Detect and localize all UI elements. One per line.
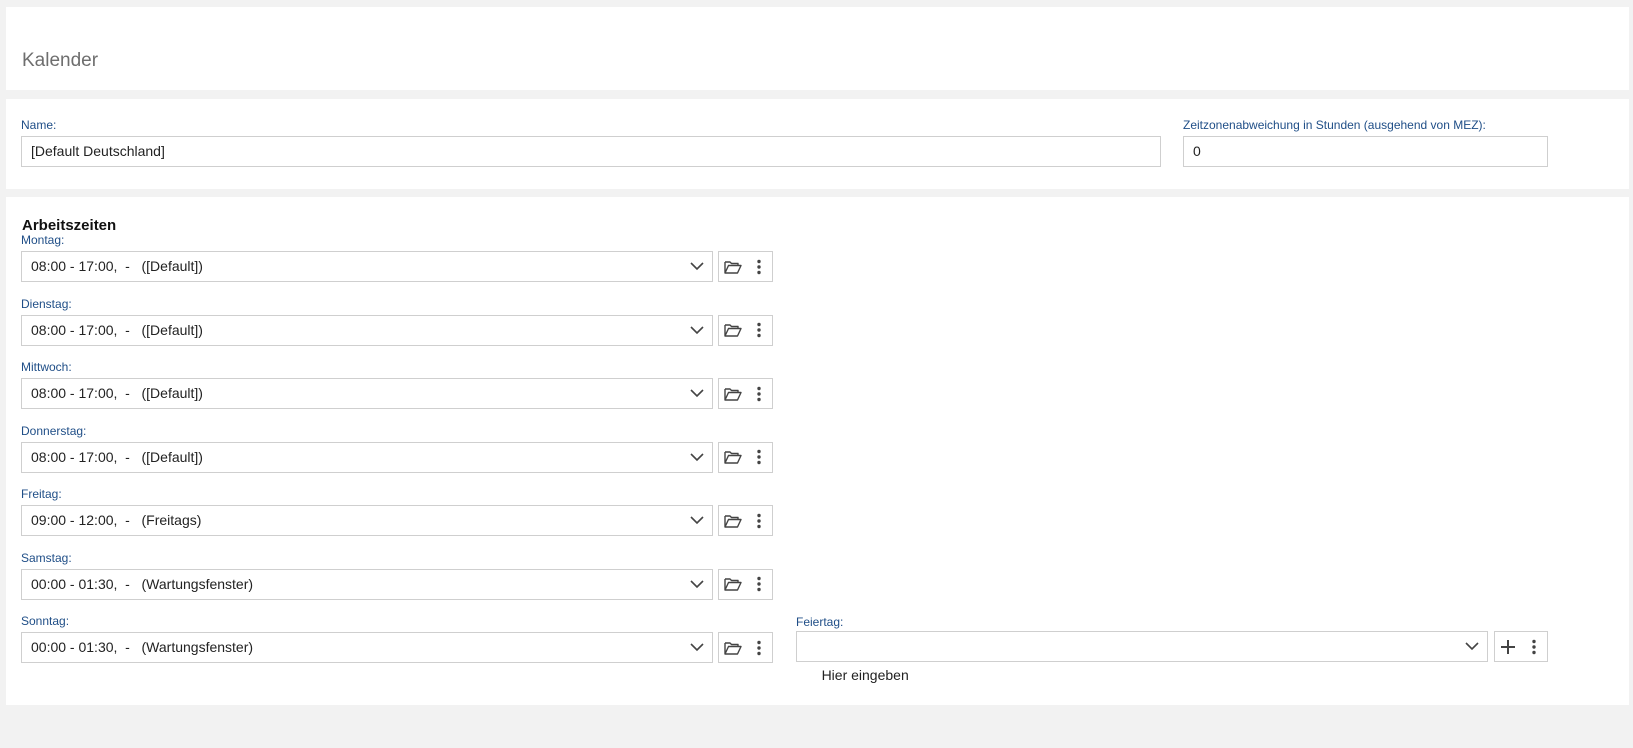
day-more-button[interactable] (746, 570, 772, 599)
day-more-button[interactable] (746, 379, 772, 408)
holiday-button-group (1494, 631, 1548, 662)
more-vertical-icon (757, 576, 761, 592)
folder-open-icon (724, 514, 742, 528)
day-button-group (718, 505, 773, 536)
folder-open-icon (724, 387, 742, 401)
timezone-label: Zeitzonenabweichung in Stunden (ausgehen… (1183, 118, 1486, 132)
browse-schedule-button[interactable] (720, 570, 746, 599)
more-vertical-icon (757, 640, 761, 655)
more-vertical-icon (757, 449, 761, 465)
more-vertical-icon (757, 386, 761, 401)
browse-schedule-button[interactable] (720, 252, 746, 281)
day-button-group (718, 378, 773, 409)
day-schedule-select[interactable]: 00:00 - 01:30, - (Wartungsfenster) (21, 568, 713, 600)
chevron-down-icon (690, 579, 704, 588)
day-schedule-value: 08:00 - 17:00, - ([Default]) (31, 448, 203, 465)
day-schedule-select[interactable]: 09:00 - 12:00, - (Freitags) (21, 505, 713, 536)
day-button-group (718, 441, 773, 473)
more-vertical-icon (757, 513, 761, 528)
folder-open-icon (724, 641, 742, 655)
more-vertical-icon (757, 259, 761, 274)
day-more-button[interactable] (746, 316, 772, 345)
work-hours-card: Arbeitszeiten Montag: 08:00 - 17:00, - ([… (6, 197, 1629, 705)
more-vertical-icon (757, 322, 761, 338)
holiday-select[interactable]: Hier eingeben (796, 631, 1488, 683)
day-label: Samstag: (21, 550, 72, 565)
day-more-button[interactable] (746, 633, 772, 662)
add-holiday-button[interactable] (1495, 632, 1521, 661)
day-button-group (718, 314, 773, 346)
day-schedule-value: 08:00 - 17:00, - ([Default]) (31, 385, 203, 401)
day-label: Sonntag: (21, 614, 70, 628)
chevron-down-icon (690, 389, 704, 398)
day-schedule-select[interactable]: 08:00 - 17:00, - ([Default]) (21, 314, 713, 346)
day-more-button[interactable] (746, 506, 772, 535)
day-label: Donnerstag: (21, 423, 87, 438)
browse-schedule-button[interactable] (720, 633, 746, 662)
browse-schedule-button[interactable] (720, 506, 746, 535)
day-schedule-value: 08:00 - 17:00, - ([Default]) (31, 321, 203, 338)
day-button-group (718, 568, 773, 600)
chevron-down-icon (690, 325, 704, 334)
day-label: Dienstag: (21, 296, 72, 311)
folder-open-icon (724, 451, 742, 464)
folder-open-icon (724, 260, 742, 274)
browse-schedule-button[interactable] (720, 316, 746, 345)
chevron-down-icon (690, 452, 704, 461)
more-vertical-icon (1532, 639, 1536, 654)
holiday-placeholder: Hier eingeben (821, 667, 909, 683)
title-card: Kalender (6, 7, 1629, 90)
day-more-button[interactable] (746, 443, 772, 472)
day-schedule-value: 09:00 - 12:00, - (Freitags) (31, 512, 202, 528)
work-hours-title: Arbeitszeiten (22, 217, 117, 234)
folder-open-icon (724, 578, 742, 591)
holiday-more-button[interactable] (1521, 632, 1547, 661)
day-schedule-value: 08:00 - 17:00, - ([Default]) (31, 258, 203, 274)
day-schedule-select[interactable]: 08:00 - 17:00, - ([Default]) (21, 378, 713, 409)
chevron-down-icon (1465, 642, 1479, 651)
day-schedule-select[interactable]: 08:00 - 17:00, - ([Default]) (21, 251, 713, 282)
chevron-down-icon (690, 516, 704, 525)
timezone-input[interactable]: 0 (1183, 136, 1548, 167)
day-schedule-select[interactable]: 00:00 - 01:30, - (Wartungsfenster) (21, 632, 713, 663)
day-schedule-value: 00:00 - 01:30, - (Wartungsfenster) (31, 639, 254, 655)
name-label: Name: (21, 118, 57, 132)
chevron-down-icon (690, 262, 704, 271)
day-button-group (718, 251, 773, 282)
holiday-label: Feiertag: (796, 615, 844, 629)
browse-schedule-button[interactable] (720, 379, 746, 408)
name-input[interactable]: [Default Deutschland] (21, 136, 1161, 167)
day-more-button[interactable] (746, 252, 772, 281)
day-label: Montag: (21, 233, 65, 247)
day-label: Mittwoch: (21, 360, 72, 374)
page-title: Kalender (22, 50, 99, 71)
day-schedule-select[interactable]: 08:00 - 17:00, - ([Default]) (21, 441, 713, 473)
chevron-down-icon (690, 643, 704, 652)
folder-open-icon (724, 324, 742, 337)
browse-schedule-button[interactable] (720, 443, 746, 472)
day-schedule-value: 00:00 - 01:30, - (Wartungsfenster) (31, 575, 254, 592)
calendar-properties-card: Name: [Default Deutschland] Zeitzonenabw… (6, 99, 1629, 189)
day-label: Freitag: (21, 487, 62, 501)
plus-icon (1501, 639, 1515, 654)
day-button-group (718, 632, 773, 663)
